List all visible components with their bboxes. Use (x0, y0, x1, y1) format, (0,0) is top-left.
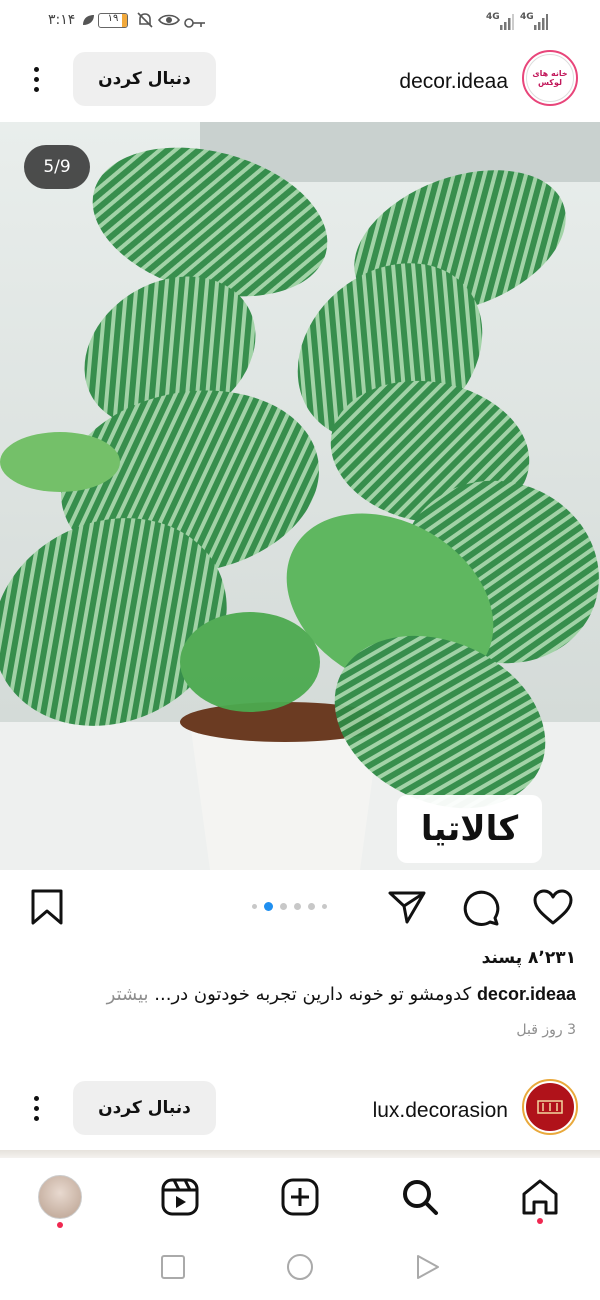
leaf-icon (80, 12, 96, 32)
system-nav-bar (0, 1238, 600, 1300)
post-timestamp: 3 روز قبل (516, 1022, 576, 1038)
eye-icon (158, 12, 180, 32)
carousel-dot (252, 904, 257, 909)
home-icon (522, 1179, 558, 1215)
caption-username[interactable]: decor.ideaa (477, 984, 576, 1004)
next-post-username[interactable]: lux.decorasion (373, 1099, 508, 1123)
follow-button[interactable]: دنبال کردن (73, 52, 216, 106)
carousel-dot (308, 903, 315, 910)
caption: decor.ideaa کدومشو تو خونه دارین تجربه خ… (16, 984, 576, 1005)
image-counter-badge: 5/9 (24, 145, 90, 189)
status-bar: ۳:۱۴ ۱۹ 4G 4G (0, 0, 600, 44)
caption-more-link[interactable]: بیشتر (107, 984, 149, 1005)
avatar-logo-text: خانه های لوکس (526, 54, 574, 102)
reels-icon (161, 1178, 199, 1216)
signal-icon (534, 14, 548, 34)
new-post-icon (281, 1178, 319, 1216)
nav-reels[interactable] (155, 1172, 205, 1222)
back-triangle-icon[interactable] (414, 1254, 440, 1284)
share-send-icon[interactable] (387, 888, 427, 930)
follow-button[interactable]: دنبال کردن (73, 1081, 216, 1135)
home-circle-icon[interactable] (286, 1253, 314, 1285)
nav-new-post[interactable] (275, 1172, 325, 1222)
avatar-logo (526, 1083, 574, 1131)
signal-icon (500, 14, 514, 34)
key-icon (184, 14, 206, 33)
network-label-2: 4G (520, 12, 534, 22)
carousel-indicator (252, 902, 327, 911)
notification-dot (537, 1218, 543, 1224)
avatar[interactable] (522, 1079, 578, 1135)
profile-avatar (38, 1175, 82, 1219)
nav-search[interactable] (395, 1172, 445, 1222)
carousel-dot (322, 904, 327, 909)
carousel-dot (294, 903, 301, 910)
avatar[interactable]: خانه های لوکس (522, 50, 578, 106)
plant-photo (0, 122, 600, 870)
save-bookmark-icon[interactable] (30, 888, 64, 930)
post-username[interactable]: decor.ideaa (399, 70, 508, 94)
battery-icon: ۱۹ (98, 13, 128, 28)
bottom-nav (0, 1158, 600, 1238)
battery-level: ۱۹ (107, 13, 119, 24)
post-image[interactable] (0, 122, 600, 870)
status-time: ۳:۱۴ (48, 12, 76, 28)
notification-dot (57, 1222, 63, 1228)
comment-icon[interactable] (461, 888, 501, 932)
carousel-dot (280, 903, 287, 910)
carousel-dot-active (264, 902, 273, 911)
search-icon (403, 1180, 438, 1215)
likes-count[interactable]: ۸٬۲۳۱ پسند (482, 948, 576, 968)
like-heart-icon[interactable] (532, 888, 574, 930)
recent-apps-icon[interactable] (160, 1254, 186, 1284)
muted-bell-icon (136, 11, 154, 33)
more-options-button[interactable] (26, 59, 46, 99)
nav-profile[interactable] (35, 1172, 85, 1222)
next-post-image-edge (0, 1150, 600, 1158)
more-options-button[interactable] (26, 1088, 46, 1128)
nav-home[interactable] (515, 1172, 565, 1222)
caption-text: کدومشو تو خونه دارین تجربه خودتون در... (154, 984, 472, 1005)
network-label-1: 4G (486, 12, 500, 22)
image-overlay-label: کالاتیا (397, 795, 542, 863)
